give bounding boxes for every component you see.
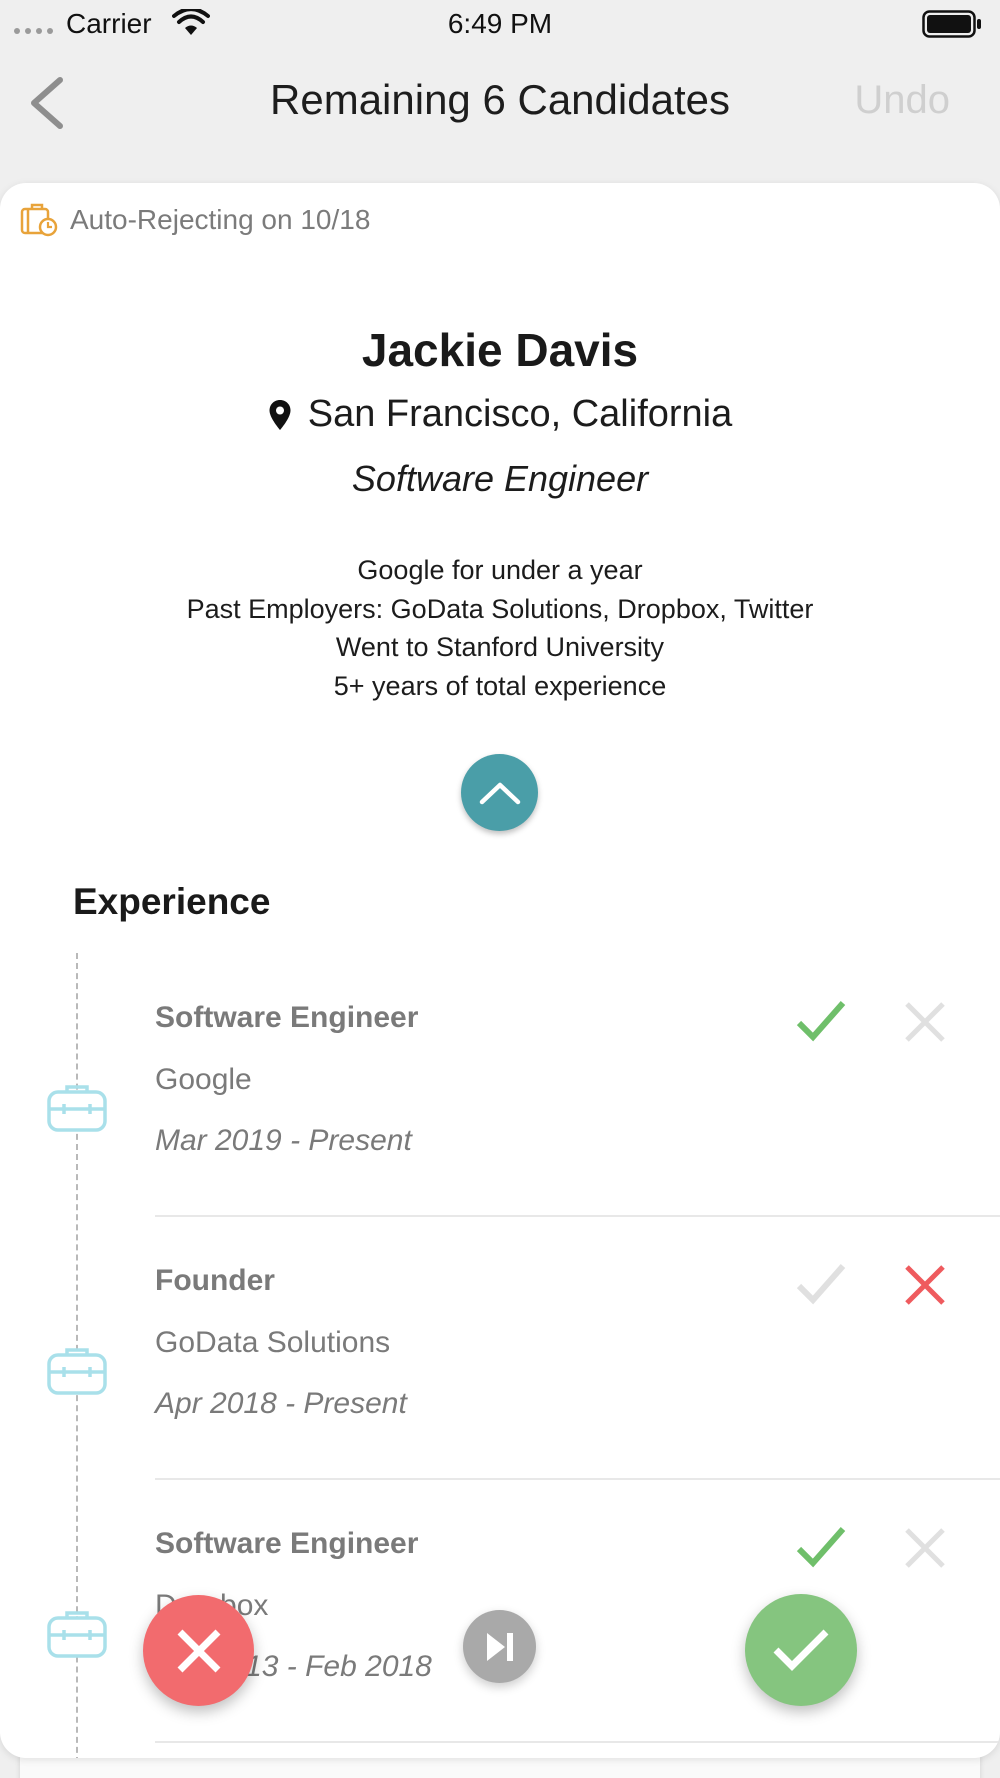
job-title: Software Engineer	[155, 1527, 419, 1560]
divider	[155, 1741, 1000, 1743]
job-company: Google	[155, 1063, 252, 1096]
auto-reject-notice: Auto-Rejecting on 10/18	[20, 203, 370, 237]
check-icon	[773, 1629, 829, 1671]
experience-item: Founder GoData Solutions Apr 2018 - Pres…	[0, 1246, 1000, 1509]
x-icon[interactable]	[904, 1527, 946, 1569]
briefcase-icon	[47, 1085, 107, 1132]
status-bar: Carrier 6:49 PM	[0, 0, 1000, 46]
check-icon[interactable]	[796, 999, 846, 1043]
job-dates: Mar 2019 - Present	[155, 1124, 412, 1157]
candidate-summary: Google for under a year Past Employers: …	[0, 551, 1000, 705]
map-pin-icon	[269, 399, 291, 430]
briefcase-clock-icon	[20, 203, 58, 237]
x-icon	[177, 1629, 220, 1672]
summary-line: Went to Stanford University	[335, 632, 665, 662]
x-icon[interactable]	[904, 1264, 946, 1306]
undo-button[interactable]: Undo	[854, 78, 950, 123]
summary-line: 5+ years of total experience	[333, 670, 667, 701]
candidate-name: Jackie Davis	[361, 324, 639, 376]
summary-line: Google for under a year	[357, 555, 643, 585]
candidate-card[interactable]: Auto-Rejecting on 10/18 Jackie Davis San…	[0, 183, 1000, 1758]
check-icon[interactable]	[796, 1525, 846, 1569]
accept-candidate-button[interactable]	[745, 1594, 857, 1706]
experience-heading: Experience	[73, 881, 271, 922]
auto-reject-label: Auto-Rejecting on 10/18	[70, 204, 371, 235]
job-title: Software Engineer	[155, 1001, 419, 1034]
location-label: San Francisco, California	[307, 393, 733, 435]
summary-line: Past Employers: GoData Solutions, Dropbo…	[186, 593, 814, 624]
briefcase-icon	[47, 1348, 107, 1395]
collapse-button[interactable]	[461, 754, 538, 831]
check-icon[interactable]	[796, 1262, 846, 1306]
chevron-up-icon	[479, 782, 520, 804]
skip-next-icon	[486, 1632, 513, 1661]
job-title: Founder	[155, 1264, 275, 1297]
navigation-bar: Remaining 6 Candidates Undo	[0, 60, 1000, 144]
experience-item: Software Engineer Google Mar 2019 - Pres…	[0, 983, 1000, 1246]
page-title: Remaining 6 Candidates	[270, 76, 730, 123]
divider	[155, 1478, 1000, 1480]
skip-candidate-button[interactable]	[463, 1610, 536, 1683]
candidate-role: Software Engineer	[351, 458, 649, 499]
x-icon[interactable]	[904, 1001, 946, 1043]
job-company: GoData Solutions	[155, 1326, 391, 1359]
divider	[155, 1215, 1000, 1217]
job-dates: Apr 2018 - Present	[155, 1387, 407, 1420]
battery-icon	[922, 10, 981, 38]
reject-candidate-button[interactable]	[143, 1595, 254, 1706]
briefcase-icon	[47, 1611, 107, 1658]
clock: 6:49 PM	[447, 8, 553, 39]
candidate-location: San Francisco, California	[0, 393, 1000, 436]
